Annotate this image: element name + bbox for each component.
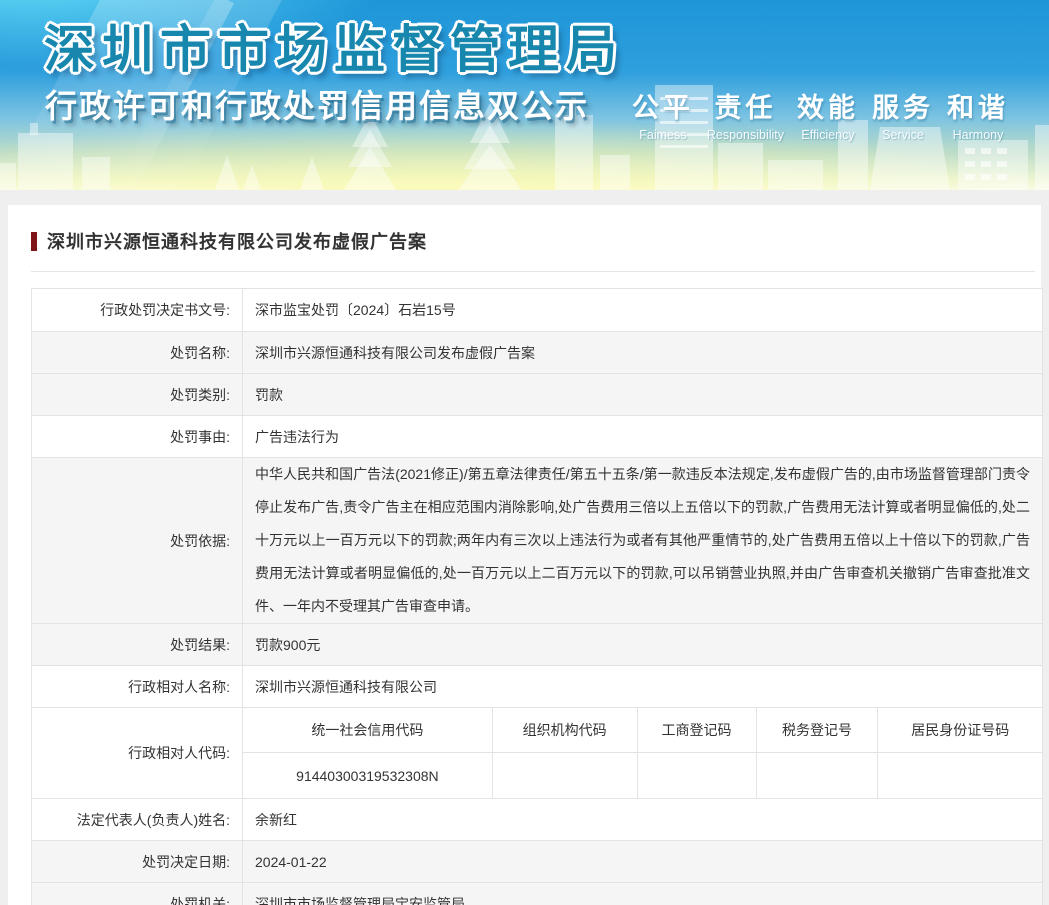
table-row-decision-number: 行政处罚决定书文号: 深市监宝处罚〔2024〕石岩15号 xyxy=(32,289,1042,331)
row-value: 罚款900元 xyxy=(242,624,1042,665)
row-label: 行政相对人名称: xyxy=(128,678,230,695)
codes-value xyxy=(493,753,637,798)
row-label: 法定代表人(负责人)姓名: xyxy=(76,811,230,828)
content-card: 深圳市兴源恒通科技有限公司发布虚假广告案 行政处罚决定书文号: 深市监宝处罚〔2… xyxy=(8,205,1043,905)
codes-subtable: 统一社会信用代码 91440300319532308N 组织机构代码 工商登记码… xyxy=(242,708,1043,798)
banner-motto-list: 公平 Faimess 责任 Responsibility 效能 Efficien… xyxy=(632,86,1009,142)
motto-item: 效能 Efficiency xyxy=(797,86,859,142)
table-row-party-codes: 行政相对人代码: 统一社会信用代码 91440300319532308N 组织机… xyxy=(32,707,1043,798)
title-divider xyxy=(31,271,1035,272)
row-label: 处罚机关: xyxy=(170,895,230,905)
motto-item: 公平 Faimess xyxy=(632,86,694,142)
row-label: 处罚决定日期: xyxy=(142,853,230,870)
codes-header: 统一社会信用代码 xyxy=(243,708,492,753)
site-banner: 深圳市市场监督管理局 行政许可和行政处罚信用信息双公示 公平 Faimess 责… xyxy=(0,0,1049,190)
page: 深圳市市场监督管理局 行政许可和行政处罚信用信息双公示 公平 Faimess 责… xyxy=(0,0,1049,905)
row-label: 处罚事由: xyxy=(170,428,230,445)
table-row-penalty-category: 处罚类别: 罚款 xyxy=(32,373,1042,415)
row-label: 处罚依据: xyxy=(170,532,230,549)
table-row-decision-date: 处罚决定日期: 2024-01-22 xyxy=(32,840,1042,882)
row-value: 罚款 xyxy=(242,374,1042,415)
table-row-legal-representative: 法定代表人(负责人)姓名: 余新红 xyxy=(32,798,1042,840)
row-value: 深圳市市场监督管理局宝安监管局 xyxy=(242,883,1042,905)
table-row-penalty-reason: 处罚事由: 广告违法行为 xyxy=(32,415,1042,457)
table-row-penalty-name: 处罚名称: 深圳市兴源恒通科技有限公司发布虚假广告案 xyxy=(32,331,1042,373)
banner-subtitle: 行政许可和行政处罚信用信息双公示 xyxy=(45,88,590,124)
title-accent-bar xyxy=(31,231,37,251)
codes-column-business-reg: 工商登记码 xyxy=(636,708,756,798)
motto-en: Efficiency xyxy=(801,128,855,142)
codes-header: 工商登记码 xyxy=(637,708,756,753)
codes-column-org-code: 组织机构代码 xyxy=(491,708,637,798)
row-label: 处罚名称: xyxy=(170,344,230,361)
row-label: 处罚类别: xyxy=(170,386,230,403)
motto-cn: 和谐 xyxy=(947,93,1009,123)
row-label: 处罚结果: xyxy=(170,636,230,653)
codes-header: 居民身份证号码 xyxy=(878,708,1043,753)
row-value: 深圳市兴源恒通科技有限公司发布虚假广告案 xyxy=(242,332,1042,373)
motto-cn: 公平 xyxy=(631,93,694,123)
row-value: 深圳市兴源恒通科技有限公司 xyxy=(242,666,1042,707)
table-row-penalty-result: 处罚结果: 罚款900元 xyxy=(32,623,1042,665)
codes-column-tax-reg: 税务登记号 xyxy=(755,708,878,798)
table-row-penalty-basis: 处罚依据: 中华人民共和国广告法(2021修正)/第五章法律责任/第五十五条/第… xyxy=(32,457,1042,623)
row-value: 深市监宝处罚〔2024〕石岩15号 xyxy=(242,289,1042,331)
motto-item: 和谐 Harmony xyxy=(947,86,1009,142)
site-title: 深圳市市场监督管理局 xyxy=(44,21,625,78)
codes-header: 税务登记号 xyxy=(756,708,878,753)
motto-cn: 责任 xyxy=(714,93,777,123)
motto-en: Responsibility xyxy=(706,128,784,142)
codes-column-credit-code: 统一社会信用代码 91440300319532308N xyxy=(242,708,492,798)
case-title: 深圳市兴源恒通科技有限公司发布虚假广告案 xyxy=(47,232,427,252)
table-row-penalty-authority: 处罚机关: 深圳市市场监督管理局宝安监管局 xyxy=(32,882,1042,905)
row-label: 行政相对人代码: xyxy=(128,745,230,761)
motto-en: Service xyxy=(882,128,924,142)
motto-item: 责任 Responsibility xyxy=(707,86,784,142)
motto-en: Faimess xyxy=(639,128,687,142)
motto-en: Harmony xyxy=(952,128,1004,142)
penalty-info-table: 行政处罚决定书文号: 深市监宝处罚〔2024〕石岩15号 处罚名称: 深圳市兴源… xyxy=(31,288,1043,905)
row-value: 2024-01-22 xyxy=(242,841,1042,882)
row-value: 余新红 xyxy=(242,799,1042,840)
codes-value xyxy=(757,753,878,798)
motto-item: 服务 Service xyxy=(872,86,934,142)
codes-value xyxy=(638,753,756,798)
motto-cn: 服务 xyxy=(872,93,934,123)
codes-value xyxy=(878,753,1042,798)
row-value: 中华人民共和国广告法(2021修正)/第五章法律责任/第五十五条/第一款违反本法… xyxy=(242,458,1042,623)
codes-header: 组织机构代码 xyxy=(492,708,637,753)
table-row-party-name: 行政相对人名称: 深圳市兴源恒通科技有限公司 xyxy=(32,665,1042,707)
codes-column-id-number: 居民身份证号码 xyxy=(877,708,1043,798)
case-title-block: 深圳市兴源恒通科技有限公司发布虚假广告案 xyxy=(23,228,1035,254)
motto-cn: 效能 xyxy=(797,93,859,123)
codes-value: 91440300319532308N xyxy=(296,767,439,784)
row-label: 行政处罚决定书文号: xyxy=(100,302,230,318)
row-value: 广告违法行为 xyxy=(242,416,1042,457)
